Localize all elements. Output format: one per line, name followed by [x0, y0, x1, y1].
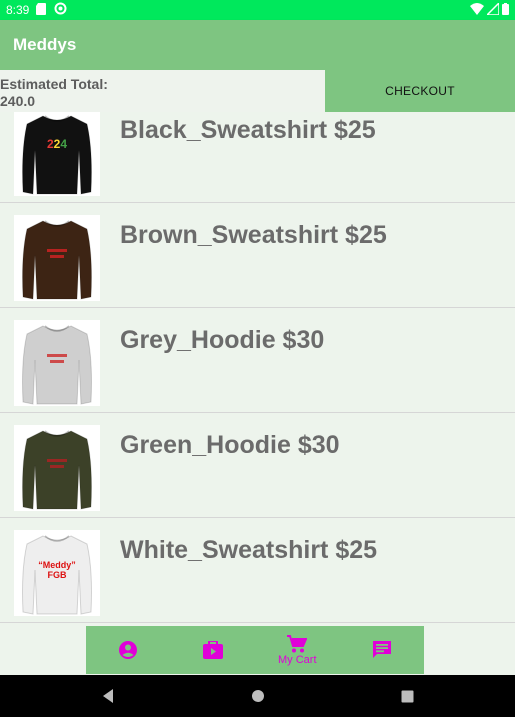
cart-item[interactable]: 224 Black_Sweatshirt $25 [0, 112, 515, 203]
recents-button[interactable] [333, 690, 483, 703]
cart-list[interactable]: 224 Black_Sweatshirt $25 Brown_Sweatshirt … [0, 112, 515, 624]
svg-text:224: 224 [47, 137, 67, 151]
product-image [14, 425, 100, 511]
cart-item[interactable]: Brown_Sweatshirt $25 [0, 203, 515, 308]
summary-row: Estimated Total: 240.0 CHECKOUT [0, 70, 515, 112]
svg-text:FGB: FGB [48, 570, 67, 580]
nav-account[interactable] [86, 626, 171, 674]
product-image [14, 215, 100, 301]
back-icon [102, 689, 113, 703]
back-button[interactable] [33, 688, 183, 704]
home-button[interactable] [183, 689, 333, 703]
cart-icon [287, 634, 308, 652]
product-label: Brown_Sweatshirt $25 [120, 221, 387, 249]
cart-item[interactable]: “Meddy” FGB White_Sweatshirt $25 [0, 518, 515, 623]
checkout-button[interactable]: CHECKOUT [325, 70, 515, 112]
nav-my-cart-label: My Cart [278, 653, 317, 666]
bottom-nav: My Cart [86, 626, 424, 674]
total-label: Estimated Total: [0, 76, 108, 92]
estimated-total: Estimated Total: 240.0 [0, 70, 325, 112]
status-bar: 8:39 [0, 0, 515, 20]
product-image: “Meddy” FGB [14, 530, 100, 616]
cart-item[interactable]: Grey_Hoodie $30 [0, 308, 515, 413]
nav-my-cart[interactable]: My Cart [255, 626, 340, 674]
nav-shop[interactable] [171, 626, 256, 674]
nav-messages[interactable] [340, 626, 425, 674]
wifi-icon [470, 2, 484, 18]
home-icon [251, 690, 264, 702]
cart-item[interactable]: Green_Hoodie $30 [0, 413, 515, 518]
product-image [14, 320, 100, 406]
shop-icon [202, 641, 223, 659]
product-label: Black_Sweatshirt $25 [120, 116, 376, 144]
system-nav-bar [0, 675, 515, 717]
sd-card-icon [36, 2, 47, 18]
status-time: 8:39 [6, 3, 30, 17]
app-bar: Meddys [0, 20, 515, 70]
total-value: 240.0 [0, 93, 36, 109]
product-image: 224 [14, 112, 100, 196]
account-icon [119, 641, 138, 659]
product-label: Grey_Hoodie $30 [120, 326, 325, 354]
svg-text:“Meddy”: “Meddy” [38, 560, 76, 570]
recents-icon [401, 690, 414, 702]
app-title: Meddys [13, 35, 77, 54]
signal-icon [485, 0, 500, 18]
product-label: Green_Hoodie $30 [120, 431, 340, 459]
message-icon [372, 641, 391, 658]
sync-icon [54, 2, 67, 18]
product-label: White_Sweatshirt $25 [120, 536, 378, 564]
battery-icon [502, 2, 509, 18]
